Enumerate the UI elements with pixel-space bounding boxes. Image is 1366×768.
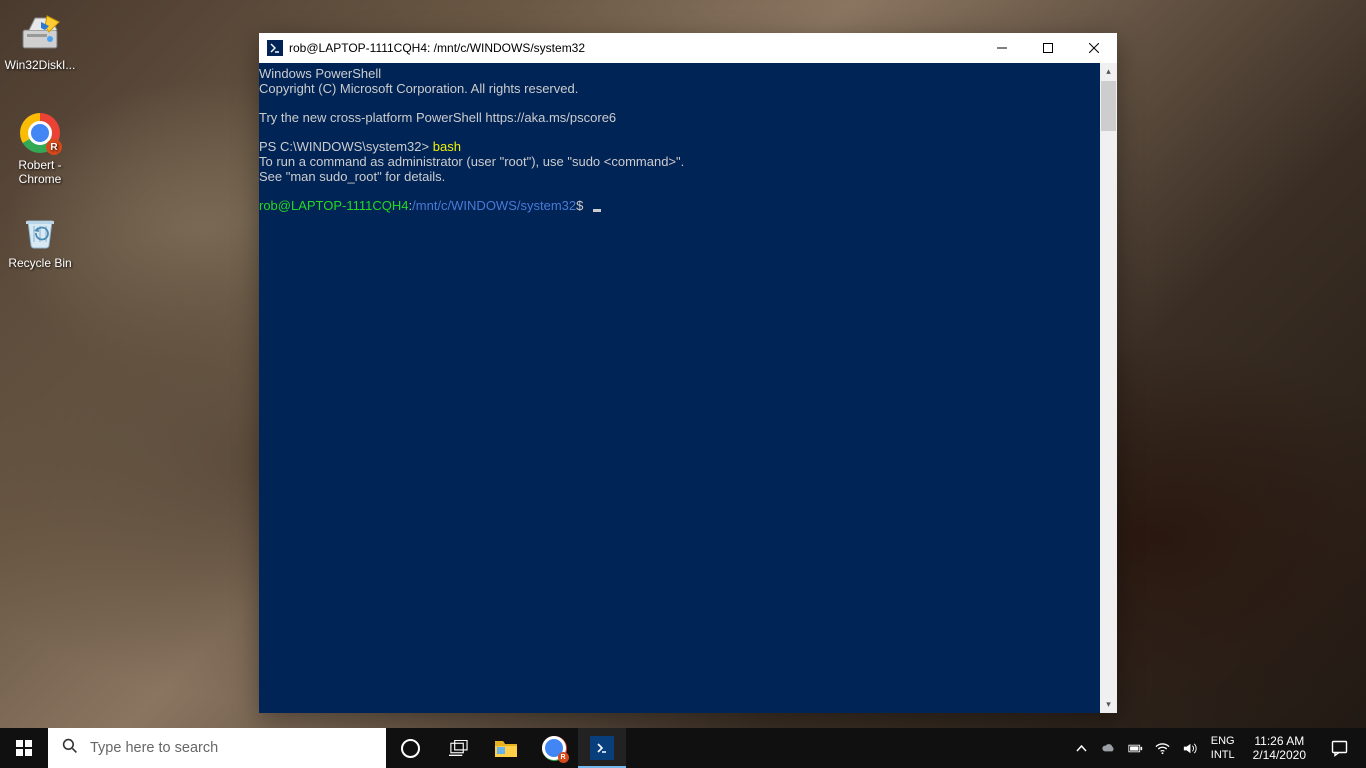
- term-bash-user: rob@LAPTOP-1111CQH4: [259, 198, 409, 213]
- disk-icon: [19, 12, 61, 54]
- tray-overflow-button[interactable]: [1068, 728, 1095, 768]
- onedrive-icon[interactable]: [1095, 728, 1122, 768]
- chrome-icon: R: [19, 112, 61, 154]
- action-center-button[interactable]: [1316, 740, 1362, 757]
- taskbar: Type here to search R: [0, 728, 1366, 768]
- term-ps-prompt: PS C:\WINDOWS\system32>: [259, 139, 433, 154]
- scroll-down-icon[interactable]: ▾: [1100, 696, 1117, 713]
- minimize-button[interactable]: [979, 33, 1025, 63]
- taskbar-app-chrome[interactable]: R: [530, 728, 578, 768]
- desktop-icon-label: Recycle Bin: [2, 256, 78, 270]
- search-icon: [62, 738, 78, 759]
- file-explorer-icon: [494, 737, 518, 759]
- start-button[interactable]: [0, 728, 48, 768]
- maximize-button[interactable]: [1025, 33, 1071, 63]
- taskview-icon: [449, 740, 468, 756]
- cursor-icon: [593, 209, 601, 212]
- lang-secondary: INTL: [1211, 748, 1235, 762]
- date-text: 2/14/2020: [1253, 748, 1306, 762]
- desktop-icon-label: Win32DiskI...: [2, 58, 78, 72]
- taskbar-app-explorer[interactable]: [482, 728, 530, 768]
- term-dollar: $: [576, 198, 583, 213]
- wifi-icon[interactable]: [1149, 728, 1176, 768]
- recyclebin-icon: [19, 210, 61, 252]
- term-line: Windows PowerShell: [259, 66, 381, 81]
- term-line: Copyright (C) Microsoft Corporation. All…: [259, 81, 578, 96]
- chrome-icon: R: [542, 736, 567, 761]
- powershell-icon: [267, 40, 283, 56]
- cortana-button[interactable]: [386, 728, 434, 768]
- system-tray: ENG INTL 11:26 AM 2/14/2020: [1068, 728, 1366, 768]
- win32diskimager-icon[interactable]: Win32DiskI...: [2, 12, 78, 72]
- task-view-button[interactable]: [434, 728, 482, 768]
- terminal-titlebar[interactable]: rob@LAPTOP-1111CQH4: /mnt/c/WINDOWS/syst…: [259, 33, 1117, 63]
- window-title: rob@LAPTOP-1111CQH4: /mnt/c/WINDOWS/syst…: [289, 41, 979, 55]
- scroll-up-icon[interactable]: ▴: [1100, 63, 1117, 80]
- taskbar-app-powershell[interactable]: [578, 728, 626, 768]
- term-line: Try the new cross-platform PowerShell ht…: [259, 110, 616, 125]
- terminal-output[interactable]: Windows PowerShell Copyright (C) Microso…: [259, 63, 1100, 713]
- search-placeholder: Type here to search: [90, 740, 218, 756]
- term-bash-path: /mnt/c/WINDOWS/system32: [412, 198, 576, 213]
- time-text: 11:26 AM: [1253, 734, 1306, 748]
- cortana-icon: [401, 739, 420, 758]
- desktop-wallpaper[interactable]: Win32DiskI... R Robert - Chrome Recycle …: [0, 0, 1366, 768]
- lang-primary: ENG: [1211, 734, 1235, 748]
- term-line: To run a command as administrator (user …: [259, 154, 684, 169]
- terminal-scrollbar[interactable]: ▴ ▾: [1100, 63, 1117, 713]
- close-button[interactable]: [1071, 33, 1117, 63]
- terminal-window: rob@LAPTOP-1111CQH4: /mnt/c/WINDOWS/syst…: [259, 33, 1117, 713]
- language-indicator[interactable]: ENG INTL: [1203, 734, 1243, 762]
- powershell-icon: [590, 736, 614, 760]
- volume-icon[interactable]: [1176, 728, 1203, 768]
- desktop-icon-label: Robert - Chrome: [2, 158, 78, 186]
- clock[interactable]: 11:26 AM 2/14/2020: [1243, 734, 1316, 762]
- chrome-profile-icon[interactable]: R Robert - Chrome: [2, 112, 78, 186]
- battery-icon[interactable]: [1122, 728, 1149, 768]
- term-line: See "man sudo_root" for details.: [259, 169, 445, 184]
- recycle-bin-icon[interactable]: Recycle Bin: [2, 210, 78, 270]
- scroll-thumb[interactable]: [1101, 81, 1116, 131]
- search-input[interactable]: Type here to search: [48, 728, 386, 768]
- term-command: bash: [433, 139, 461, 154]
- notification-icon: [1331, 740, 1348, 757]
- taskbar-spacer: [626, 728, 1068, 768]
